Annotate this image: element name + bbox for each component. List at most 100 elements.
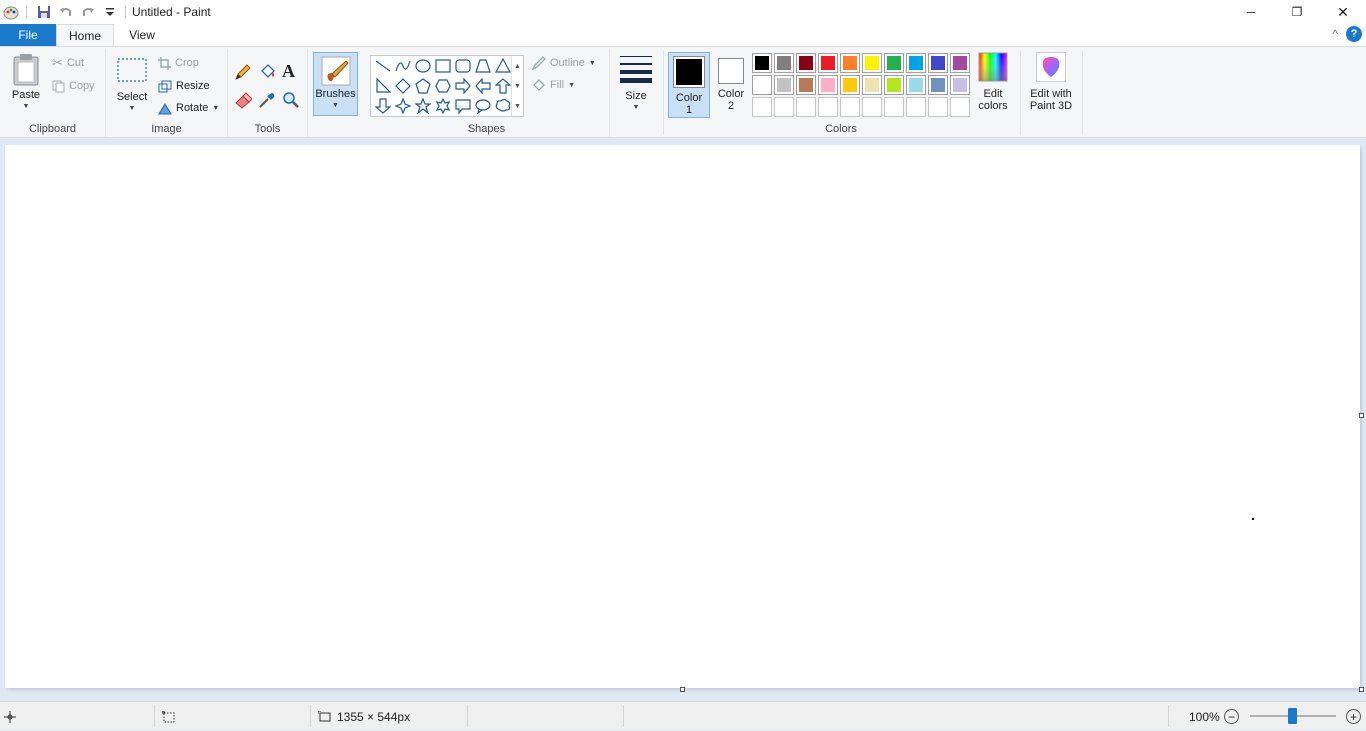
color2-button[interactable]: Color 2 [712,52,750,118]
save-icon[interactable] [33,1,55,23]
palette-swatch[interactable] [840,75,860,95]
tab-home[interactable]: Home [56,24,114,47]
custom-color-slot[interactable] [928,97,948,117]
edit-with-paint3d-button[interactable]: Edit with Paint 3D [1024,52,1078,112]
custom-color-slot[interactable] [818,97,838,117]
palette-swatch[interactable] [752,75,772,95]
four-point-star-shape-icon[interactable] [393,96,413,116]
collapse-ribbon-chevron-up-icon[interactable]: ^ [1332,27,1338,41]
palette-swatch[interactable] [928,75,948,95]
custom-color-slot[interactable] [862,97,882,117]
copy-button[interactable]: Copy [52,76,95,96]
undo-icon[interactable] [55,1,77,23]
resize-handle-corner[interactable] [1359,687,1364,692]
custom-color-slot[interactable] [906,97,926,117]
rectangular-callout-shape-icon[interactable] [453,96,473,116]
paint-app-icon[interactable] [0,1,22,23]
triangle-shape-icon[interactable] [493,56,513,76]
close-button[interactable]: ✕ [1320,0,1366,24]
rounded-rectangle-shape-icon[interactable] [453,56,473,76]
pentagon-shape-icon[interactable] [413,76,433,96]
rotate-button[interactable]: Rotate ▼ [158,98,219,118]
drawing-canvas[interactable] [5,145,1360,688]
scroll-up-chevron-icon[interactable]: ▲ [514,63,521,70]
palette-swatch[interactable] [752,53,772,73]
crop-button[interactable]: Crop [158,53,199,73]
image-group: Select ▼ Crop Resize Rotate ▼ Image [106,49,228,137]
palette-swatch[interactable] [862,75,882,95]
custom-color-slot[interactable] [950,97,970,117]
line-shape-icon[interactable] [373,56,393,76]
size-button[interactable]: Size ▼ [614,52,658,114]
expand-gallery-chevron-icon[interactable]: ▼ [514,103,521,110]
zoom-in-button[interactable]: + [1346,709,1361,724]
canvas-dot [1252,518,1254,520]
scissors-icon: ✂ [52,55,63,70]
palette-swatch[interactable] [796,75,816,95]
palette-swatch[interactable] [774,75,794,95]
oval-callout-shape-icon[interactable] [473,96,493,116]
help-icon[interactable]: ? [1346,26,1362,42]
restore-button[interactable]: ❐ [1274,0,1320,24]
color-picker-icon[interactable] [258,91,278,111]
rectangle-shape-icon[interactable] [433,56,453,76]
pencil-icon[interactable] [234,63,254,83]
palette-swatch[interactable] [884,75,904,95]
palette-swatch[interactable] [840,53,860,73]
resize-handle-bottom[interactable] [680,687,685,692]
custom-color-slot[interactable] [840,97,860,117]
paste-button[interactable]: Paste ▼ [6,53,46,113]
tab-view[interactable]: View [118,24,166,46]
outline-label: Outline [550,57,585,69]
palette-swatch[interactable] [774,53,794,73]
polygon-shape-icon[interactable] [473,56,493,76]
right-arrow-shape-icon[interactable] [453,76,473,96]
five-point-star-shape-icon[interactable] [413,96,433,116]
palette-swatch[interactable] [862,53,882,73]
palette-swatch[interactable] [950,75,970,95]
hexagon-shape-icon[interactable] [433,76,453,96]
cut-button[interactable]: ✂ Cut [52,53,84,73]
resize-handle-right[interactable] [1359,413,1364,418]
palette-swatch[interactable] [906,75,926,95]
zoom-out-button[interactable]: − [1224,709,1239,724]
diamond-shape-icon[interactable] [393,76,413,96]
custom-color-slot[interactable] [774,97,794,117]
down-arrow-shape-icon[interactable] [373,96,393,116]
minimize-button[interactable]: ─ [1228,0,1274,24]
shapes-scroll[interactable]: ▲ ▼ ▼ [511,56,523,116]
curve-shape-icon[interactable] [393,56,413,76]
scroll-down-chevron-icon[interactable]: ▼ [514,83,521,90]
eraser-icon[interactable] [234,91,254,111]
customize-qat-chevron-down-icon[interactable] [99,1,121,23]
color1-button[interactable]: Color 1 [668,52,710,118]
fill-button[interactable]: Fill ▼ [532,75,575,95]
palette-swatch[interactable] [818,75,838,95]
palette-swatch[interactable] [884,53,904,73]
palette-swatch[interactable] [906,53,926,73]
oval-shape-icon[interactable] [413,56,433,76]
brushes-button[interactable]: Brushes ▼ [313,52,358,116]
magnifier-icon[interactable] [282,91,302,111]
right-triangle-shape-icon[interactable] [373,76,393,96]
palette-swatch[interactable] [928,53,948,73]
palette-swatch[interactable] [796,53,816,73]
custom-color-slot[interactable] [884,97,904,117]
cloud-callout-shape-icon[interactable] [493,96,513,116]
custom-color-slot[interactable] [796,97,816,117]
palette-swatch[interactable] [818,53,838,73]
edit-colors-button[interactable]: Edit colors [974,52,1012,112]
tab-file[interactable]: File [0,24,56,46]
outline-button[interactable]: Outline ▼ [532,53,596,73]
redo-icon[interactable] [77,1,99,23]
up-arrow-shape-icon[interactable] [493,76,513,96]
text-tool-icon[interactable]: A [282,61,302,83]
six-point-star-shape-icon[interactable] [433,96,453,116]
zoom-slider-thumb[interactable] [1288,708,1297,724]
left-arrow-shape-icon[interactable] [473,76,493,96]
resize-button[interactable]: Resize [158,76,210,96]
select-button[interactable]: Select ▼ [112,53,152,115]
palette-swatch[interactable] [950,53,970,73]
custom-color-slot[interactable] [752,97,772,117]
fill-bucket-icon[interactable] [258,63,278,83]
